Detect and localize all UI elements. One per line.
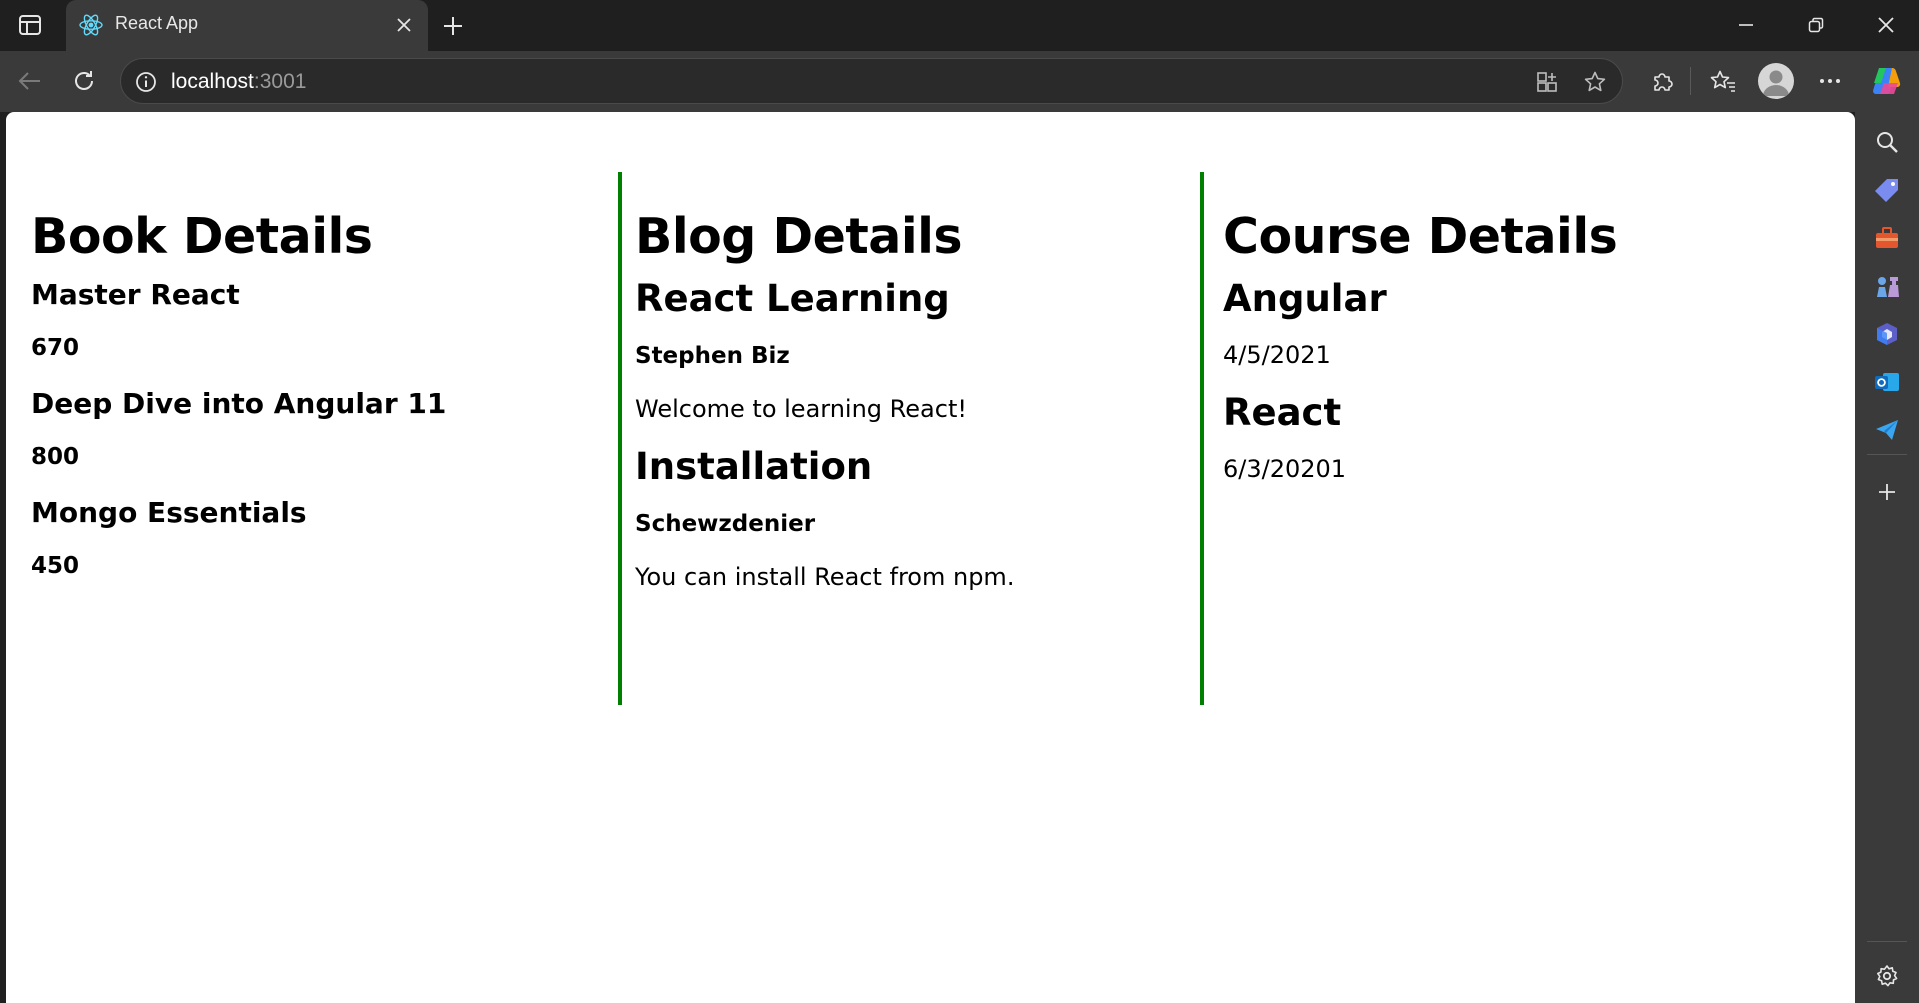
url-host: localhost — [171, 70, 254, 93]
sidebar-divider — [1867, 454, 1907, 455]
book-name: Deep Dive into Angular 11 — [31, 387, 447, 420]
column-divider — [618, 172, 622, 705]
book-price: 450 — [31, 553, 80, 579]
book-name: Master React — [31, 278, 240, 311]
plus-icon[interactable] — [1869, 474, 1905, 510]
close-tab-icon[interactable] — [392, 13, 416, 37]
copilot-m365-icon[interactable] — [1869, 316, 1905, 352]
book-name: Mongo Essentials — [31, 496, 307, 529]
address-bar[interactable]: localhost:3001 — [120, 58, 1623, 104]
more-icon[interactable] — [1812, 63, 1848, 99]
course-name: Angular — [1223, 277, 1387, 320]
book-price: 800 — [31, 444, 80, 470]
puzzle-icon[interactable] — [1644, 63, 1680, 99]
settings-icon[interactable] — [1869, 958, 1905, 994]
course-name: React — [1223, 391, 1342, 434]
blog-details-section: Blog Details React Learning Stephen Biz … — [635, 172, 1225, 705]
search-icon[interactable] — [1869, 124, 1905, 160]
react-app: Book Details Master React 670 Deep Dive … — [6, 112, 1855, 1003]
blog-details-title: Blog Details — [635, 208, 963, 265]
course-details-section: Course Details Angular 4/5/2021 React 6/… — [1223, 172, 1823, 705]
book-details-section: Book Details Master React 670 Deep Dive … — [31, 172, 621, 705]
book-price: 670 — [31, 335, 80, 361]
address-toolbar: localhost:3001 — [0, 51, 1919, 112]
favorites-icon[interactable] — [1705, 63, 1741, 99]
close-window-icon[interactable] — [1863, 8, 1909, 42]
new-tab-icon[interactable] — [438, 11, 468, 41]
book-details-title: Book Details — [31, 208, 373, 265]
copilot-icon[interactable] — [1868, 63, 1904, 99]
blog-title: React Learning — [635, 277, 950, 320]
course-date: 4/5/2021 — [1223, 341, 1331, 369]
profile-icon[interactable] — [1758, 63, 1794, 99]
sidebar-divider — [1867, 941, 1907, 942]
page-viewport: Book Details Master React 670 Deep Dive … — [6, 112, 1855, 1003]
tab-actions-icon[interactable] — [14, 12, 46, 38]
url-port: :3001 — [253, 70, 307, 93]
tag-icon[interactable] — [1869, 172, 1905, 208]
blog-author: Schewzdenier — [635, 511, 816, 537]
toolbox-icon[interactable] — [1869, 220, 1905, 256]
chess-icon[interactable] — [1869, 268, 1905, 304]
blog-title: Installation — [635, 445, 873, 488]
blog-content: Welcome to learning React! — [635, 395, 967, 423]
star-icon[interactable] — [1581, 68, 1609, 96]
minimize-icon[interactable] — [1723, 8, 1769, 42]
sidebar-panel — [1855, 112, 1919, 1003]
column-divider — [1200, 172, 1204, 705]
app-install-icon[interactable] — [1533, 68, 1561, 96]
course-details-title: Course Details — [1223, 208, 1618, 265]
url-text[interactable]: localhost:3001 — [171, 70, 306, 94]
send-icon[interactable] — [1869, 412, 1905, 448]
outlook-icon[interactable] — [1869, 364, 1905, 400]
browser-tab[interactable]: React App — [66, 0, 428, 51]
course-date: 6/3/20201 — [1223, 455, 1347, 483]
tab-title: React App — [115, 13, 199, 33]
title-bar: React App — [0, 0, 1919, 51]
blog-author: Stephen Biz — [635, 343, 790, 369]
react-logo-icon — [78, 12, 104, 38]
blog-content: You can install React from npm. — [635, 563, 1015, 591]
restore-icon[interactable] — [1793, 8, 1839, 42]
reload-icon[interactable] — [66, 63, 102, 99]
toolbar-divider — [1690, 67, 1691, 95]
info-icon[interactable] — [133, 69, 159, 95]
back-arrow-icon[interactable] — [12, 63, 48, 99]
